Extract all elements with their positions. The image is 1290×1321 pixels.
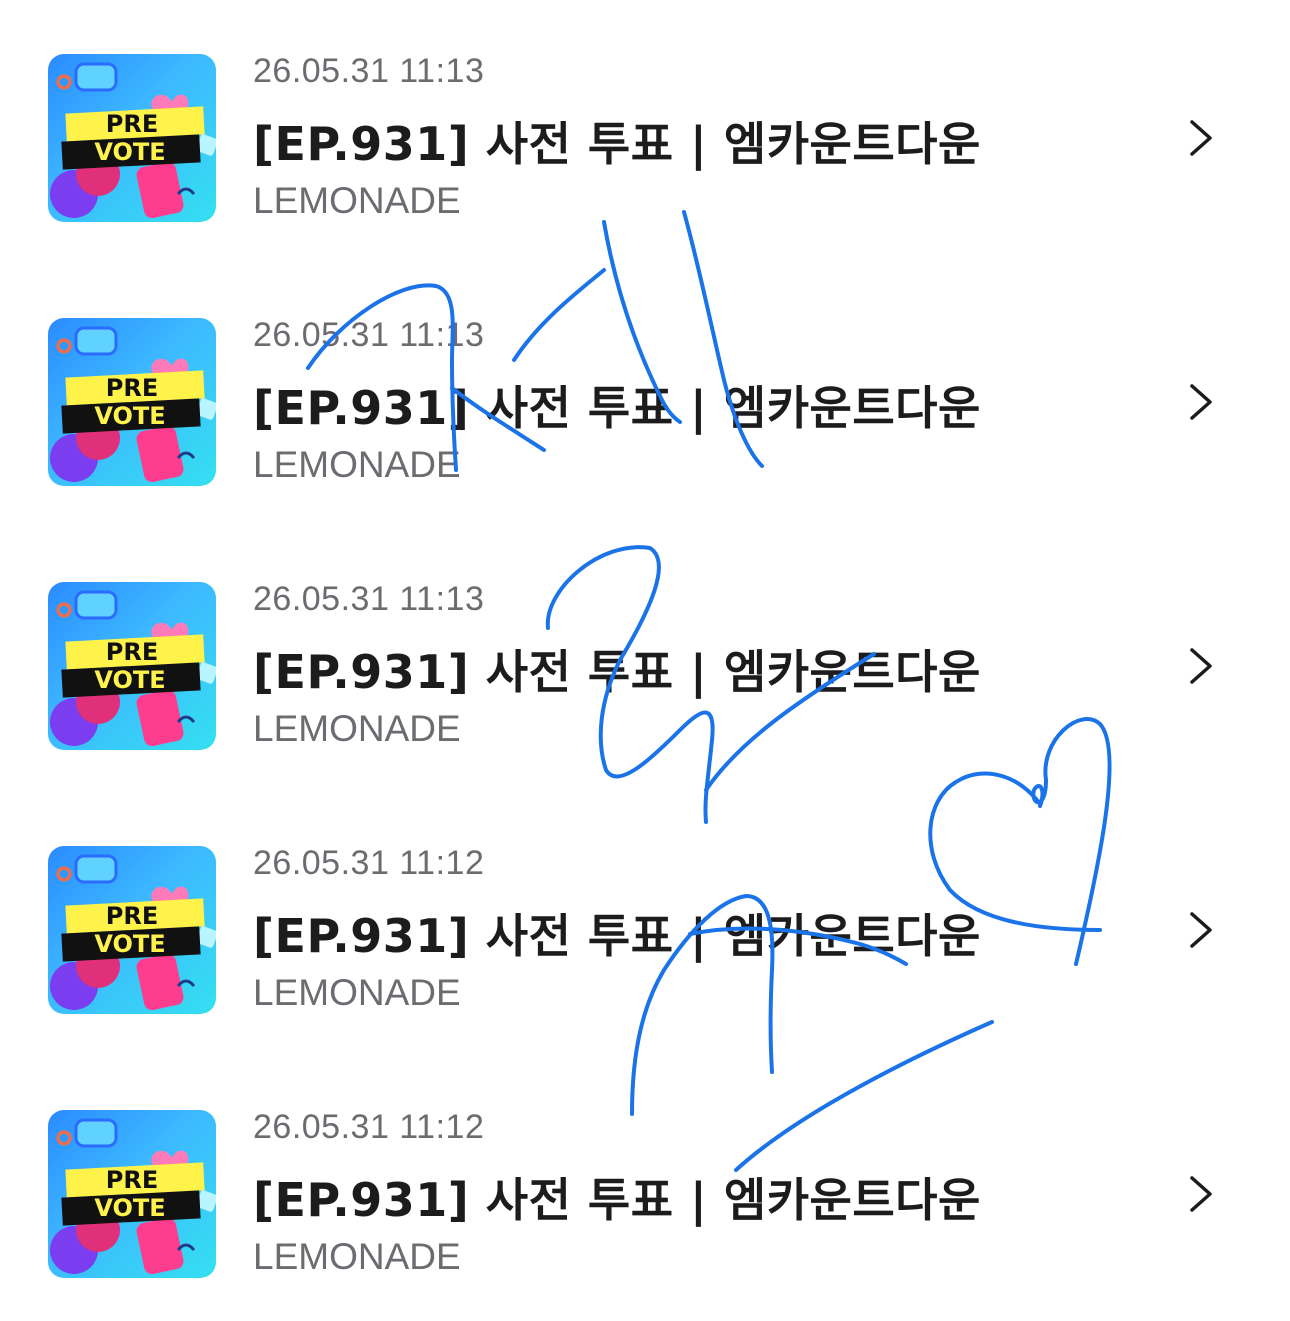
thumb-vote-text: VOTE [94,402,165,430]
thumb-vote-text: VOTE [94,930,165,958]
thumb-pre-text: PRE [106,110,158,138]
pre-vote-thumbnail: PRE VOTE [48,582,216,750]
thumb-pre-text: PRE [106,638,158,666]
timestamp: 26.05.31 11:12 [253,844,485,882]
item-title: [EP.931] 사전 투표 | 엠카운트다운 [253,117,981,171]
list-item[interactable]: PRE VOTE 26.05.31 11:12 [EP.931] 사전 투표 |… [0,792,1290,1056]
artist-name: LEMONADE [253,972,461,1013]
chevron-right-icon[interactable] [1186,118,1216,158]
list-item[interactable]: PRE VOTE 26.05.31 11:13 [EP.931] 사전 투표 |… [0,528,1290,792]
thumb-vote-text: VOTE [94,666,165,694]
pre-vote-thumbnail: PRE VOTE [48,318,216,486]
pre-vote-thumbnail: PRE VOTE [48,54,216,222]
artist-name: LEMONADE [253,444,461,485]
item-title: [EP.931] 사전 투표 | 엠카운트다운 [253,381,981,435]
item-title: [EP.931] 사전 투표 | 엠카운트다운 [253,1173,981,1227]
list-item[interactable]: PRE VOTE 26.05.31 11:13 [EP.931] 사전 투표 |… [0,264,1290,528]
list-item[interactable]: PRE VOTE 26.05.31 11:12 [EP.931] 사전 투표 |… [0,1056,1290,1320]
artist-name: LEMONADE [253,180,461,221]
pre-vote-thumbnail: PRE VOTE [48,1110,216,1278]
chevron-right-icon[interactable] [1186,646,1216,686]
timestamp: 26.05.31 11:13 [253,316,485,354]
artist-name: LEMONADE [253,1236,461,1277]
chevron-right-icon[interactable] [1186,910,1216,950]
timestamp: 26.05.31 11:13 [253,580,485,618]
thumb-pre-text: PRE [106,374,158,402]
artist-name: LEMONADE [253,708,461,749]
pre-vote-thumbnail: PRE VOTE [48,846,216,1014]
timestamp: 26.05.31 11:13 [253,52,485,90]
chevron-right-icon[interactable] [1186,382,1216,422]
thumb-vote-text: VOTE [94,1194,165,1222]
timestamp: 26.05.31 11:12 [253,1108,485,1146]
thumb-pre-text: PRE [106,902,158,930]
thumb-vote-text: VOTE [94,138,165,166]
chevron-right-icon[interactable] [1186,1174,1216,1214]
thumb-pre-text: PRE [106,1166,158,1194]
list-item[interactable]: PRE VOTE 26.05.31 11:13 [EP.931] 사전 투표 |… [0,0,1290,264]
item-title: [EP.931] 사전 투표 | 엠카운트다운 [253,645,981,699]
item-title: [EP.931] 사전 투표 | 엠카운트다운 [253,909,981,963]
